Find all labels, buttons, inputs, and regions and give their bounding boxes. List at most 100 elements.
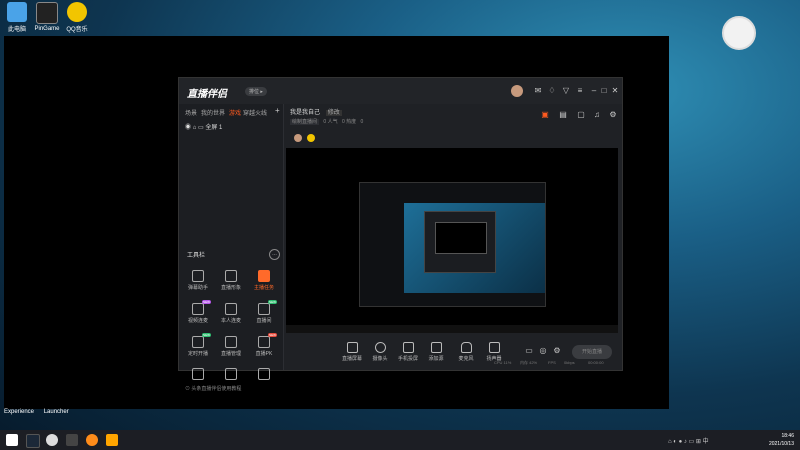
room-title: 我是我自己 修改	[290, 107, 342, 116]
music-icon	[67, 2, 87, 22]
tutorial-link[interactable]: ⊙ 头条直播伴侣使用教程	[185, 385, 241, 392]
edit-room-tag[interactable]: 修改	[325, 110, 342, 116]
desktop-icon-computer[interactable]: 此电脑	[0, 2, 34, 33]
tool-task[interactable]: 主播任务	[247, 270, 281, 291]
add-source-button[interactable]: 添加源	[424, 342, 448, 362]
new-badge: NEW	[202, 300, 211, 304]
app-icon[interactable]	[66, 434, 78, 446]
speaker-icon	[488, 342, 500, 353]
gift-box-icon[interactable]: ▣	[540, 110, 550, 120]
remote-label: Launcher	[43, 409, 69, 415]
video-link-icon	[192, 303, 204, 315]
bell-icon[interactable]: ♫	[592, 110, 602, 120]
system-tray[interactable]: ⌂ ◐ ● ♪ ▭ ⊞ 中	[668, 436, 709, 445]
shirt-icon[interactable]: ♢	[547, 86, 557, 96]
new-badge: NEW	[268, 333, 277, 337]
close-icon[interactable]: ✕	[610, 86, 620, 96]
desktop-icon-label: 此电脑	[7, 27, 26, 33]
room-meta-item: 0 热度	[341, 119, 357, 125]
preview-canvas[interactable]	[286, 148, 618, 333]
live-icon[interactable]	[106, 434, 118, 446]
phone-cast-button[interactable]: 手机投屏	[396, 342, 420, 362]
tab-game[interactable]: 游戏	[229, 108, 241, 117]
pk-icon	[258, 336, 270, 348]
room-meta-item[interactable]: 绘制直播间	[290, 119, 320, 125]
settings-icon[interactable]: ⚙	[552, 346, 562, 356]
add-tab-icon[interactable]: +	[275, 106, 280, 115]
menu-icon[interactable]: ≡	[575, 86, 585, 96]
preview-taskbar	[286, 325, 618, 333]
maximize-icon[interactable]: □	[599, 86, 609, 96]
more-icon[interactable]: …	[269, 249, 280, 260]
tool-gift[interactable]	[247, 368, 281, 382]
computer-icon	[7, 2, 27, 22]
room-meta-item: 0 人气	[323, 119, 338, 125]
clock-date: 2021/10/13	[768, 441, 794, 447]
phone-icon	[402, 342, 414, 353]
tab-cf[interactable]: 穿越火线	[243, 108, 267, 117]
avatar-icon	[225, 270, 237, 282]
skin-icon[interactable]: ▽	[561, 86, 571, 96]
stats-icon	[225, 368, 237, 380]
eye-icon[interactable]: ◉	[185, 125, 191, 131]
right-panel: 我是我自己 修改 绘制直播间 0 人气 0 热度 0 ▣ ▤ ▢ ♫ ⚙ 直播屏…	[284, 104, 622, 370]
room-icon	[258, 303, 270, 315]
scene-item[interactable]: ◉ ⌂ ▭ 全屏 1	[185, 122, 222, 131]
title-bar: 直播伴侣 排位 ▸ ✉ ♢ ▽ ≡ – □ ✕	[179, 78, 622, 104]
chart-icon[interactable]: ▤	[558, 110, 568, 120]
speaker-button[interactable]: 扬声器	[482, 342, 506, 362]
new-badge: NEW	[202, 333, 211, 337]
time-status: 00:00:00	[588, 360, 604, 365]
tool-stats[interactable]	[214, 368, 248, 382]
minimize-icon[interactable]: –	[589, 86, 599, 96]
tool-upload[interactable]	[181, 368, 215, 382]
eye-icon[interactable]: ◎	[538, 346, 548, 356]
tool-danmu[interactable]: 弹幕助手	[181, 270, 215, 291]
new-badge: NEW	[268, 300, 277, 304]
chrome-icon[interactable]	[46, 434, 58, 446]
tab-minecraft[interactable]: 我的世界	[201, 108, 225, 117]
lock-icon[interactable]: ⌂	[193, 125, 197, 131]
tool-pk[interactable]: 直播PK NEW	[247, 333, 281, 357]
tool-room[interactable]: 直播间 NEW	[247, 300, 281, 324]
tab-scene[interactable]: 场景	[185, 108, 197, 117]
room-meta: 绘制直播间 0 人气 0 热度 0	[290, 118, 363, 125]
settings-icon[interactable]: ⚙	[608, 110, 618, 120]
monitor-icon: ▭	[197, 125, 204, 131]
screen-capture-button[interactable]: 直播屏幕	[340, 342, 364, 362]
start-live-button[interactable]: 开始直播	[572, 345, 612, 359]
task-icon	[258, 270, 270, 282]
message-icon[interactable]: ▢	[576, 110, 586, 120]
game-icon	[36, 2, 58, 24]
tool-manage[interactable]: 直播管理	[214, 336, 248, 357]
avatar[interactable]	[511, 85, 523, 97]
rank-badge[interactable]: 排位 ▸	[245, 87, 267, 96]
steam-icon[interactable]	[26, 434, 40, 448]
performance-gauge-widget[interactable]	[722, 16, 756, 50]
tool-video-link[interactable]: 视频连麦 NEW	[181, 300, 215, 324]
status-bar: CPU 11% 内存 42% FPS 0kbps 00:00:00	[284, 360, 622, 370]
clock-time: 18:46	[781, 433, 794, 439]
app-logo: 直播伴侣	[187, 89, 227, 100]
tool-self-link[interactable]: 本人连麦	[214, 303, 248, 324]
desktop-icon-pingame[interactable]: PinGame	[30, 2, 64, 32]
fps-status: FPS	[548, 360, 556, 365]
music-icon[interactable]	[86, 434, 98, 446]
tools-title: 工具栏	[187, 253, 206, 259]
desktop-icon-qqmusic[interactable]: QQ音乐	[60, 2, 94, 33]
manage-icon	[225, 336, 237, 348]
avatar	[306, 134, 315, 142]
windows-icon[interactable]	[6, 434, 18, 446]
camera-button[interactable]: 摄像头	[368, 342, 392, 362]
upload-icon	[192, 368, 204, 380]
danmu-icon	[192, 270, 204, 282]
clock[interactable]: 18:46 2021/10/13	[769, 432, 794, 448]
record-icon[interactable]: ▭	[524, 346, 534, 356]
tool-schedule[interactable]: 定时开播 NEW	[181, 333, 215, 357]
message-icon[interactable]: ✉	[533, 86, 543, 96]
tool-avatar[interactable]: 直播形象	[214, 270, 248, 291]
preview-nested-window	[359, 182, 546, 307]
mic-button[interactable]: 麦克风	[454, 342, 478, 362]
download-icon	[225, 303, 237, 315]
viewer-avatars	[294, 134, 315, 144]
